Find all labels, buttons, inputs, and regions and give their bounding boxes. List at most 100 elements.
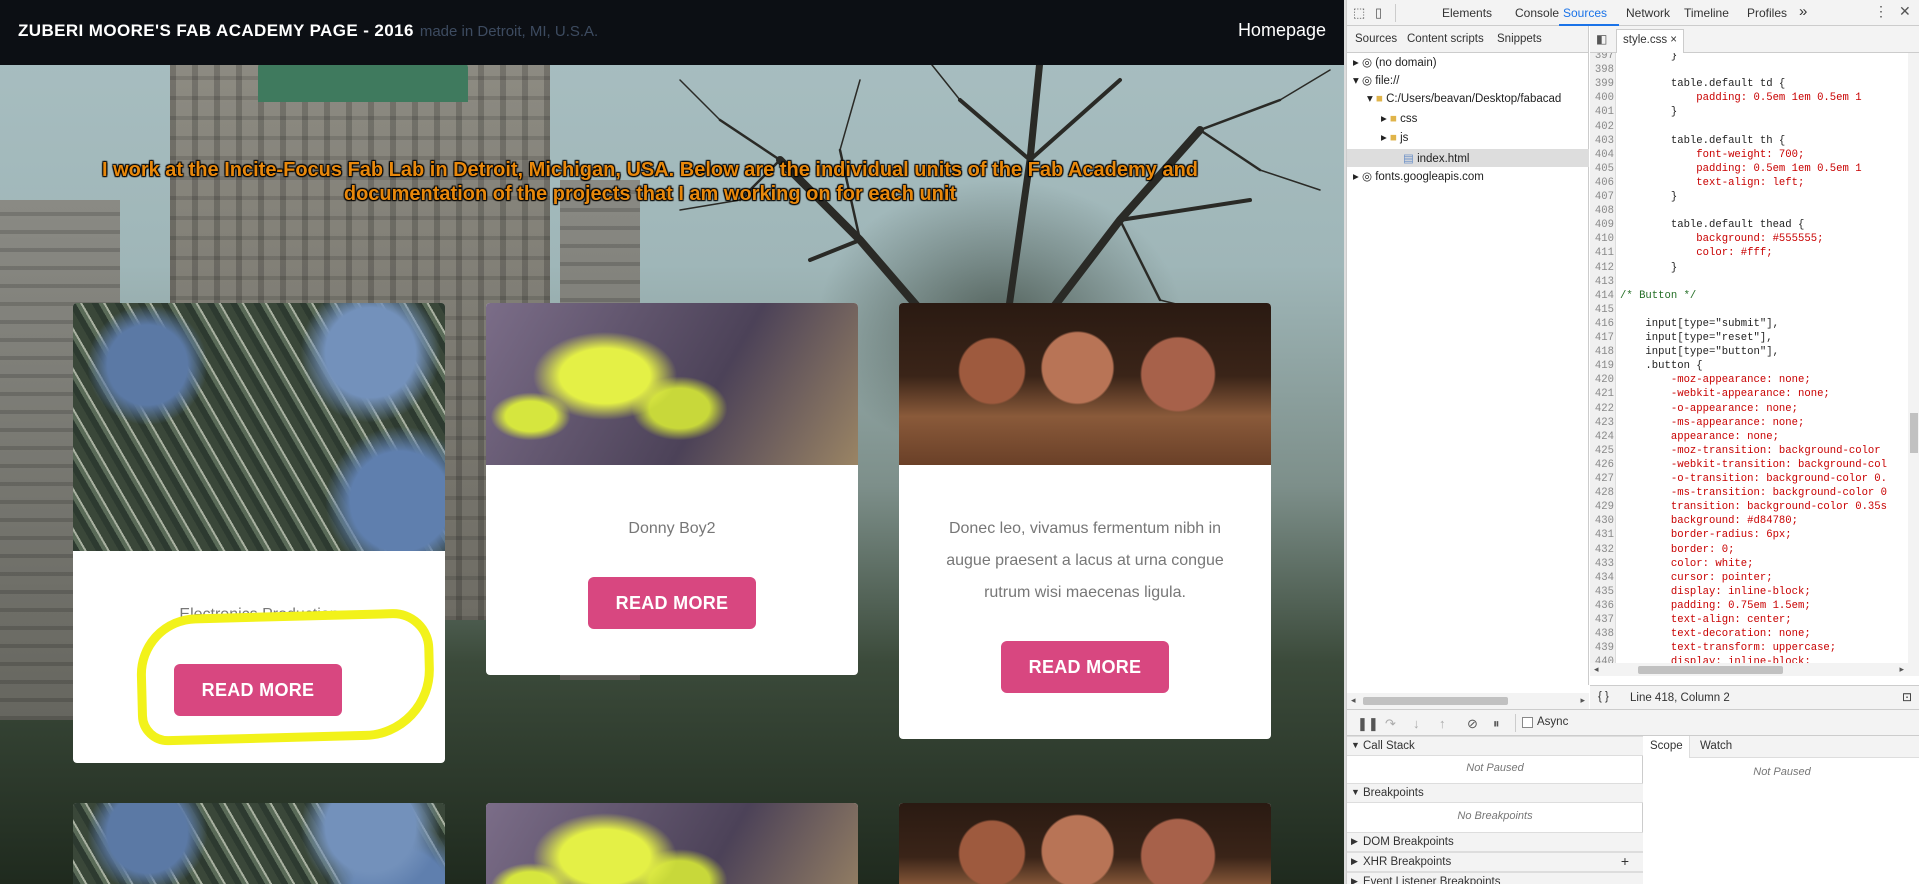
line-number[interactable]: 407 (1590, 191, 1614, 203)
pause-icon[interactable]: ❚❚ (1357, 716, 1379, 732)
line-number[interactable]: 399 (1590, 78, 1614, 90)
tab-snippets[interactable]: Snippets (1497, 33, 1542, 45)
line-number[interactable]: 418 (1590, 346, 1614, 358)
line-number[interactable]: 434 (1590, 572, 1614, 584)
tab-network[interactable]: Network (1626, 6, 1670, 20)
line-number[interactable]: 404 (1590, 149, 1614, 161)
line-number[interactable]: 420 (1590, 374, 1614, 386)
code-line[interactable]: padding: 0.5em 1em 0.5em 1 (1620, 163, 1861, 175)
code-line[interactable]: color: #fff; (1620, 247, 1772, 259)
read-more-button[interactable]: READ MORE (1001, 641, 1169, 693)
code-line[interactable]: background: #555555; (1620, 233, 1823, 245)
line-number[interactable]: 413 (1590, 276, 1614, 288)
line-number[interactable]: 431 (1590, 529, 1614, 541)
line-number[interactable]: 428 (1590, 487, 1614, 499)
pause-on-exceptions-icon[interactable]: ⏸ (1493, 716, 1500, 732)
code-line[interactable]: -webkit-transition: background-col (1620, 459, 1887, 471)
tree-item-css[interactable]: ▸ ■ css (1381, 111, 1417, 125)
line-number[interactable]: 437 (1590, 614, 1614, 626)
line-number[interactable]: 419 (1590, 360, 1614, 372)
line-number[interactable]: 417 (1590, 332, 1614, 344)
tab-console[interactable]: Console (1515, 6, 1559, 20)
code-line[interactable]: table.default th { (1620, 135, 1785, 147)
line-number[interactable]: 421 (1590, 388, 1614, 400)
line-number[interactable]: 433 (1590, 558, 1614, 570)
line-number[interactable]: 436 (1590, 600, 1614, 612)
code-line[interactable]: input[type="reset"], (1620, 332, 1772, 344)
scroll-thumb[interactable] (1363, 697, 1508, 705)
code-line[interactable]: } (1620, 262, 1677, 274)
tab-style-css[interactable]: style.css × (1616, 29, 1685, 53)
tab-scope[interactable]: Scope (1644, 736, 1690, 758)
close-tab-icon[interactable]: × (1670, 34, 1677, 46)
tab-elements[interactable]: Elements (1442, 6, 1492, 20)
tree-item-folder[interactable]: ▾ ■ C:/Users/beavan/Desktop/fabacad (1367, 91, 1561, 105)
code-horizontal-scrollbar[interactable]: ◂ ▸ (1590, 663, 1919, 676)
line-number[interactable]: 423 (1590, 417, 1614, 429)
section-xhr-breakpoints[interactable]: ▶ XHR Breakpoints + (1347, 852, 1643, 872)
line-number[interactable]: 412 (1590, 262, 1614, 274)
code-line[interactable]: -moz-transition: background-color (1620, 445, 1881, 457)
code-line[interactable]: text-decoration: none; (1620, 628, 1811, 640)
line-number[interactable]: 425 (1590, 445, 1614, 457)
tree-horizontal-scrollbar[interactable]: ◂ ▸ (1347, 693, 1589, 709)
scroll-right-icon[interactable]: ▸ (1899, 664, 1904, 675)
line-number[interactable]: 439 (1590, 642, 1614, 654)
code-line[interactable]: } (1620, 106, 1677, 118)
line-number[interactable]: 403 (1590, 135, 1614, 147)
scroll-left-icon[interactable]: ◂ (1594, 664, 1599, 675)
code-line[interactable]: } (1620, 53, 1677, 62)
code-line[interactable]: display: inline-block; (1620, 586, 1811, 598)
tab-watch[interactable]: Watch (1700, 740, 1732, 752)
line-number[interactable]: 405 (1590, 163, 1614, 175)
code-editor[interactable]: 397 } 398 399 table.default td {400 paddin… (1590, 53, 1919, 663)
code-line[interactable]: .button { (1620, 360, 1702, 372)
tree-item-fonts[interactable]: ▸ ◎ fonts.googleapis.com (1353, 169, 1484, 183)
line-number[interactable]: 424 (1590, 431, 1614, 443)
code-line[interactable]: input[type="submit"], (1620, 318, 1779, 330)
code-line[interactable]: padding: 0.75em 1.5em; (1620, 600, 1811, 612)
scroll-left-icon[interactable]: ◂ (1351, 695, 1356, 706)
section-call-stack[interactable]: ▼ Call Stack (1347, 736, 1643, 756)
code-line[interactable]: -moz-appearance: none; (1620, 374, 1811, 386)
code-line[interactable]: font-weight: 700; (1620, 149, 1804, 161)
format-icon[interactable]: { } (1598, 691, 1609, 703)
line-number[interactable]: 402 (1590, 121, 1614, 133)
line-number[interactable]: 427 (1590, 473, 1614, 485)
async-checkbox[interactable] (1522, 717, 1533, 728)
code-line[interactable]: display: inline-block; (1620, 656, 1811, 663)
line-number[interactable]: 438 (1590, 628, 1614, 640)
more-tabs-icon[interactable]: » (1799, 3, 1807, 20)
code-line[interactable]: } (1620, 191, 1677, 203)
code-line[interactable]: border-radius: 6px; (1620, 529, 1792, 541)
line-number[interactable]: 406 (1590, 177, 1614, 189)
tree-item-index[interactable]: ▤ index.html (1347, 149, 1589, 167)
line-number[interactable]: 401 (1590, 106, 1614, 118)
tree-item-file[interactable]: ▾ ◎ file:// (1353, 73, 1400, 87)
line-number[interactable]: 440 (1590, 656, 1614, 663)
line-number[interactable]: 430 (1590, 515, 1614, 527)
code-line[interactable]: -ms-transition: background-color 0 (1620, 487, 1887, 499)
line-number[interactable]: 410 (1590, 233, 1614, 245)
line-number[interactable]: 426 (1590, 459, 1614, 471)
inspect-icon[interactable]: ⬚ (1353, 5, 1365, 21)
scroll-thumb[interactable] (1638, 666, 1783, 674)
code-line[interactable]: input[type="button"], (1620, 346, 1779, 358)
line-number[interactable]: 398 (1590, 64, 1614, 76)
code-line[interactable]: text-align: left; (1620, 177, 1804, 189)
code-line[interactable]: -o-transition: background-color 0. (1620, 473, 1887, 485)
line-number[interactable]: 435 (1590, 586, 1614, 598)
deactivate-breakpoints-icon[interactable]: ⊘ (1467, 716, 1478, 732)
toggle-navigator-icon[interactable]: ◧ (1596, 32, 1607, 46)
section-dom-breakpoints[interactable]: ▶ DOM Breakpoints (1347, 832, 1643, 852)
homepage-link[interactable]: Homepage (1238, 20, 1326, 41)
add-icon[interactable]: + (1621, 853, 1629, 869)
tree-item-no-domain[interactable]: ▸ ◎ (no domain) (1353, 55, 1437, 69)
line-number[interactable]: 411 (1590, 247, 1614, 259)
code-line[interactable]: table.default td { (1620, 78, 1785, 90)
line-number[interactable]: 408 (1590, 205, 1614, 217)
code-line[interactable]: color: white; (1620, 558, 1754, 570)
code-line[interactable]: text-transform: uppercase; (1620, 642, 1836, 654)
line-number[interactable]: 397 (1590, 53, 1614, 62)
device-mode-icon[interactable]: ▯ (1375, 5, 1382, 21)
